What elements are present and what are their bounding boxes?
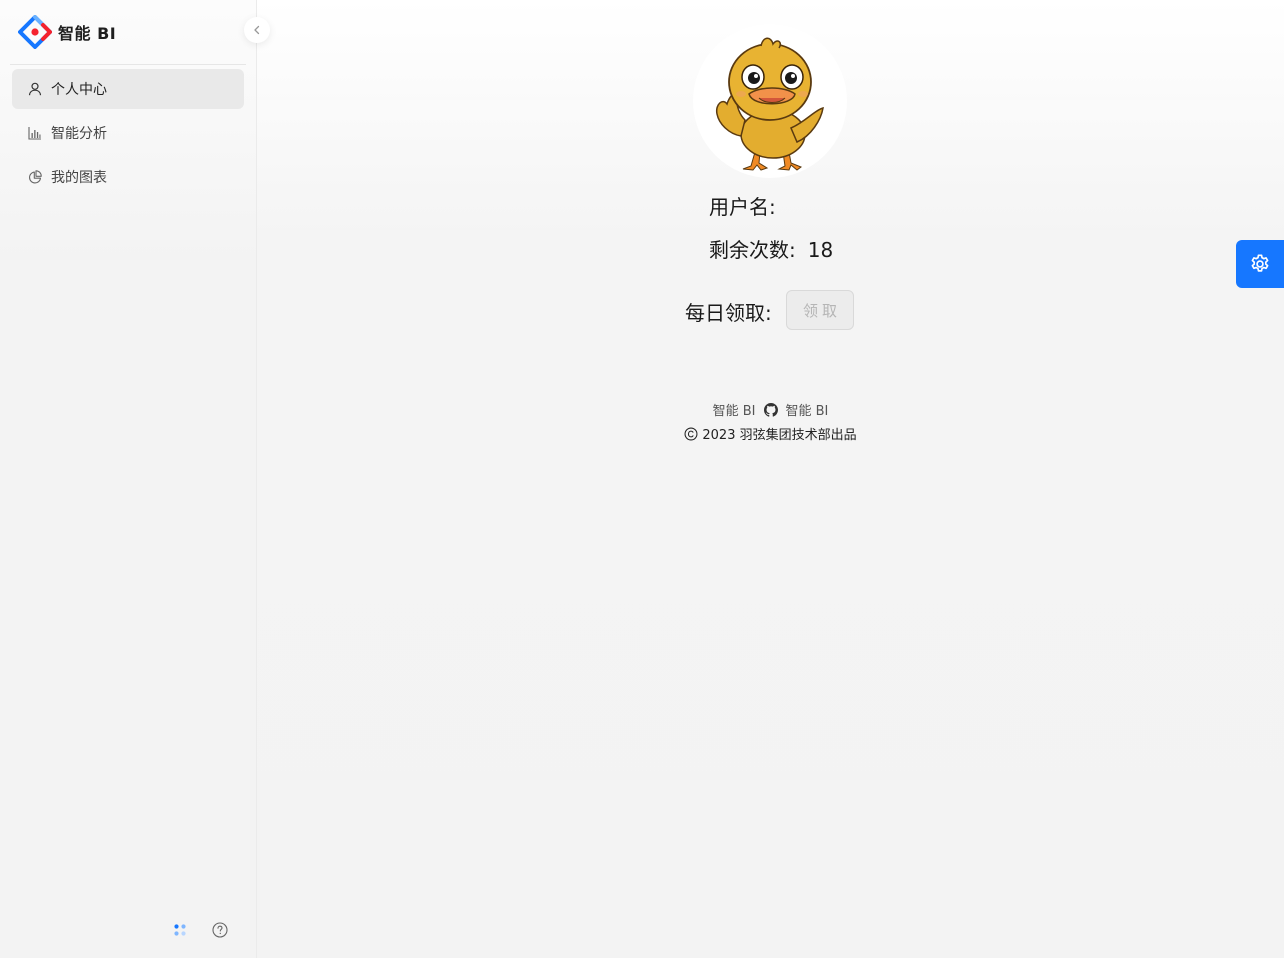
duck-avatar-image bbox=[715, 37, 824, 171]
app-logo[interactable]: 智能 BI bbox=[18, 14, 116, 50]
claim-button[interactable]: 领取 bbox=[786, 290, 854, 330]
user-icon bbox=[28, 82, 42, 96]
daily-claim-row: 每日领取: bbox=[685, 297, 772, 326]
sidebar-item-label: 智能分析 bbox=[51, 126, 107, 142]
question-circle-icon[interactable] bbox=[210, 918, 230, 942]
footer-link-bi-2[interactable]: 智能 BI bbox=[786, 400, 829, 419]
username-label: 用户名: bbox=[709, 195, 776, 219]
remaining-count-label: 剩余次数: bbox=[709, 238, 796, 262]
logo-divider bbox=[10, 64, 246, 65]
sidebar-item-label: 我的图表 bbox=[51, 170, 107, 186]
remaining-count-value: 18 bbox=[807, 238, 834, 262]
logo-icon bbox=[18, 15, 52, 49]
copyright-icon bbox=[684, 427, 698, 440]
avatar bbox=[693, 24, 847, 178]
pie-chart-icon bbox=[29, 170, 42, 184]
copyright: 2023 羽弦集团技术部出品 bbox=[257, 424, 1284, 443]
apps-icon[interactable] bbox=[170, 918, 190, 942]
sidebar-item-analysis[interactable]: 智能分析 bbox=[12, 113, 244, 153]
footer-links: 智能 BI 智能 BI bbox=[257, 400, 1284, 419]
collapse-sidebar-button[interactable] bbox=[244, 17, 270, 43]
main-content: 用户名: 剩余次数: 18 每日领取: 领取 智能 BI 智能 BI 2023 羽… bbox=[257, 0, 1284, 958]
app-title: 智能 BI bbox=[58, 24, 117, 43]
gear-icon bbox=[1251, 254, 1269, 272]
settings-drawer-button[interactable] bbox=[1236, 240, 1284, 288]
sidebar-item-label: 个人中心 bbox=[51, 82, 107, 98]
copyright-text: 2023 羽弦集团技术部出品 bbox=[702, 428, 857, 443]
sidebar: 智能 BI 个人中心 智能分析 我的图表 bbox=[0, 0, 257, 958]
sidebar-footer bbox=[170, 918, 230, 942]
sidebar-item-my-charts[interactable]: 我的图表 bbox=[12, 157, 244, 197]
github-icon[interactable] bbox=[763, 402, 778, 417]
remaining-count-row: 剩余次数: 18 bbox=[709, 234, 833, 263]
sidebar-menu: 个人中心 智能分析 我的图表 bbox=[12, 69, 244, 201]
daily-claim-label: 每日领取: bbox=[685, 301, 772, 325]
chevron-left-icon bbox=[254, 25, 260, 35]
sidebar-item-profile[interactable]: 个人中心 bbox=[12, 69, 244, 109]
bar-chart-icon bbox=[28, 127, 41, 140]
username-row: 用户名: bbox=[709, 191, 788, 220]
footer-link-bi[interactable]: 智能 BI bbox=[713, 400, 756, 419]
